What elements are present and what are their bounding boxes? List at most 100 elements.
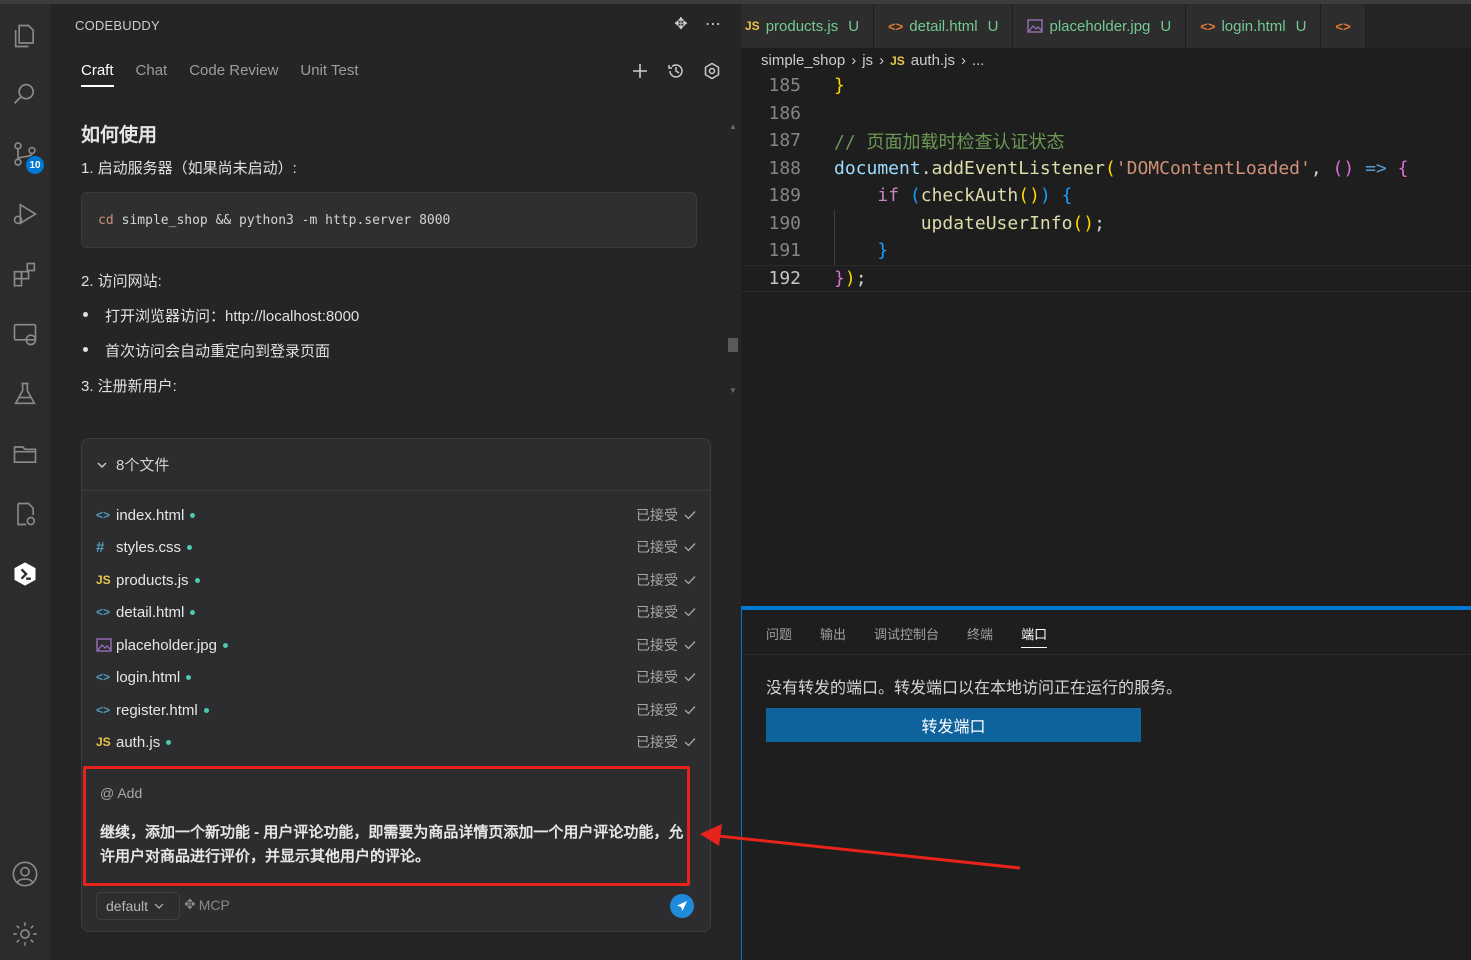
file-row[interactable]: <> login.html 已接受: [96, 663, 696, 691]
css-file-icon: #: [96, 538, 105, 556]
file-row[interactable]: <> detail.html 已接受: [96, 598, 696, 626]
search-icon[interactable]: [5, 74, 45, 114]
panel-tab-problems[interactable]: 问题: [766, 624, 792, 648]
breadcrumb-file[interactable]: auth.js: [911, 52, 955, 69]
message-heading: 如何使用: [81, 125, 158, 146]
editor-tab-products-js[interactable]: JS products.js U: [741, 4, 875, 48]
testing-flask-icon[interactable]: [5, 374, 45, 414]
tab-unit-test[interactable]: Unit Test: [300, 62, 358, 87]
panel-tab-debug-console[interactable]: 调试控制台: [874, 624, 939, 648]
file-row[interactable]: placeholder.jpg 已接受: [96, 631, 696, 659]
model-select[interactable]: default: [96, 892, 180, 920]
panel-tab-terminal[interactable]: 终端: [967, 624, 993, 648]
accepted-status: 已接受: [636, 505, 696, 525]
chevron-right-icon: ›: [960, 52, 966, 69]
check-icon: [684, 738, 696, 747]
run-debug-icon[interactable]: [5, 194, 45, 234]
code-block[interactable]: cd simple_shop && python3 -m http.server…: [81, 192, 697, 248]
code-settings-icon[interactable]: [5, 494, 45, 534]
tab-chat[interactable]: Chat: [136, 62, 168, 87]
explorer-icon[interactable]: [5, 16, 45, 56]
accepted-label: 已接受: [636, 734, 678, 750]
editor-tab-overflow[interactable]: <>: [1321, 4, 1366, 48]
tab-craft[interactable]: Craft: [81, 62, 114, 87]
chat-input-box[interactable]: @ Add 继续，添加一个新功能 - 用户评论功能，即需要为商品详情页添加一个用…: [83, 766, 690, 886]
chat-scrollbar-thumb[interactable]: [728, 338, 738, 352]
accepted-status: 已接受: [636, 635, 696, 655]
check-icon: [684, 543, 696, 552]
breadcrumb-folder[interactable]: simple_shop: [761, 52, 845, 69]
forward-port-button[interactable]: 转发端口: [766, 708, 1141, 742]
code-line: 186: [741, 100, 1471, 128]
added-dot: [186, 674, 192, 680]
step-2: 2. 访问网站:: [81, 273, 162, 290]
editor-tab-placeholder-jpg[interactable]: placeholder.jpg U: [1013, 4, 1187, 48]
tab-code-review[interactable]: Code Review: [189, 62, 278, 87]
tab-name: placeholder.jpg: [1049, 17, 1151, 35]
accepted-status: 已接受: [636, 667, 696, 687]
file-row[interactable]: JS products.js 已接受: [96, 566, 696, 594]
code-line: 188 document.addEventListener('DOMContent…: [741, 155, 1471, 183]
file-row[interactable]: <> register.html 已接受: [96, 696, 696, 724]
file-row[interactable]: <> index.html 已接受: [96, 501, 696, 529]
breadcrumb: simple_shop › js › JS auth.js › ...: [761, 52, 984, 69]
file-name: index.html: [116, 506, 185, 524]
account-icon[interactable]: [5, 854, 45, 894]
image-file-icon: [96, 638, 116, 652]
scroll-down-icon[interactable]: ▼: [729, 386, 737, 395]
remote-explorer-icon[interactable]: [5, 314, 45, 354]
file-name: products.js: [116, 571, 189, 589]
js-file-icon: JS: [96, 573, 111, 587]
breadcrumb-subfolder[interactable]: js: [862, 52, 873, 69]
js-file-icon: JS: [890, 53, 905, 68]
editor-tab-login-html[interactable]: <> login.html U: [1186, 4, 1322, 48]
file-name: login.html: [116, 668, 181, 686]
accepted-status: 已接受: [636, 732, 696, 752]
breadcrumb-symbol[interactable]: ...: [972, 52, 985, 69]
line-code: });: [834, 267, 867, 289]
plug-icon: ✥: [184, 896, 196, 912]
check-icon: [684, 641, 696, 650]
editor-tab-detail-html[interactable]: <> detail.html U: [874, 4, 1014, 48]
line-number: 190: [768, 212, 801, 234]
untracked-badge: U: [1295, 17, 1307, 35]
settings-icon[interactable]: [701, 60, 723, 82]
new-chat-icon[interactable]: [629, 60, 651, 82]
code-lines[interactable]: 185} 186 187 // 页面加载时检查认证状态 188 document.a…: [741, 72, 1471, 292]
added-dot: [194, 577, 200, 583]
extensions-icon[interactable]: [5, 254, 45, 294]
move-icon[interactable]: ✥: [671, 14, 691, 34]
send-button[interactable]: [670, 894, 694, 918]
code-args: simple_shop && python3 -m http.server 80…: [121, 212, 451, 228]
panel-tabs: 问题 输出 调试控制台 终端 端口: [766, 624, 1048, 648]
bullet-redirect-login: 首次访问会自动重定向到登录页面: [81, 340, 701, 361]
add-context-button[interactable]: @ Add: [100, 785, 142, 801]
scroll-up-icon[interactable]: ▲: [729, 122, 737, 131]
history-icon[interactable]: [665, 60, 687, 82]
js-file-icon: JS: [745, 19, 760, 33]
file-name: register.html: [116, 701, 198, 719]
more-actions-icon[interactable]: ⋯: [703, 14, 723, 34]
panel-tab-output[interactable]: 输出: [820, 624, 846, 648]
file-row[interactable]: # styles.css 已接受: [96, 533, 696, 561]
chat-input-text[interactable]: 继续，添加一个新功能 - 用户评论功能，即需要为商品详情页添加一个用户评论功能，…: [100, 821, 690, 869]
folder-icon[interactable]: [5, 434, 45, 474]
accepted-label: 已接受: [636, 604, 678, 620]
file-row[interactable]: JS auth.js 已接受: [96, 728, 696, 756]
image-file-icon: [1027, 19, 1044, 33]
tab-name: detail.html: [909, 17, 978, 35]
manage-gear-icon[interactable]: [5, 914, 45, 954]
source-control-icon[interactable]: 10: [5, 134, 45, 174]
files-header[interactable]: 8个文件: [82, 439, 710, 491]
line-code: if (checkAuth()) {: [877, 185, 1073, 207]
line-code: // 页面加载时检查认证状态: [834, 131, 1065, 153]
added-dot: [187, 544, 193, 550]
codebuddy-logo-icon[interactable]: [5, 554, 45, 594]
chevron-right-icon: ›: [851, 52, 857, 69]
accepted-label: 已接受: [636, 637, 678, 653]
chevron-down-icon: [97, 462, 107, 468]
code-line: 189 if (checkAuth()) {: [741, 182, 1471, 210]
panel-tab-ports[interactable]: 端口: [1021, 624, 1048, 648]
mcp-button[interactable]: ✥ MCP: [184, 896, 230, 913]
file-name: detail.html: [116, 603, 185, 621]
